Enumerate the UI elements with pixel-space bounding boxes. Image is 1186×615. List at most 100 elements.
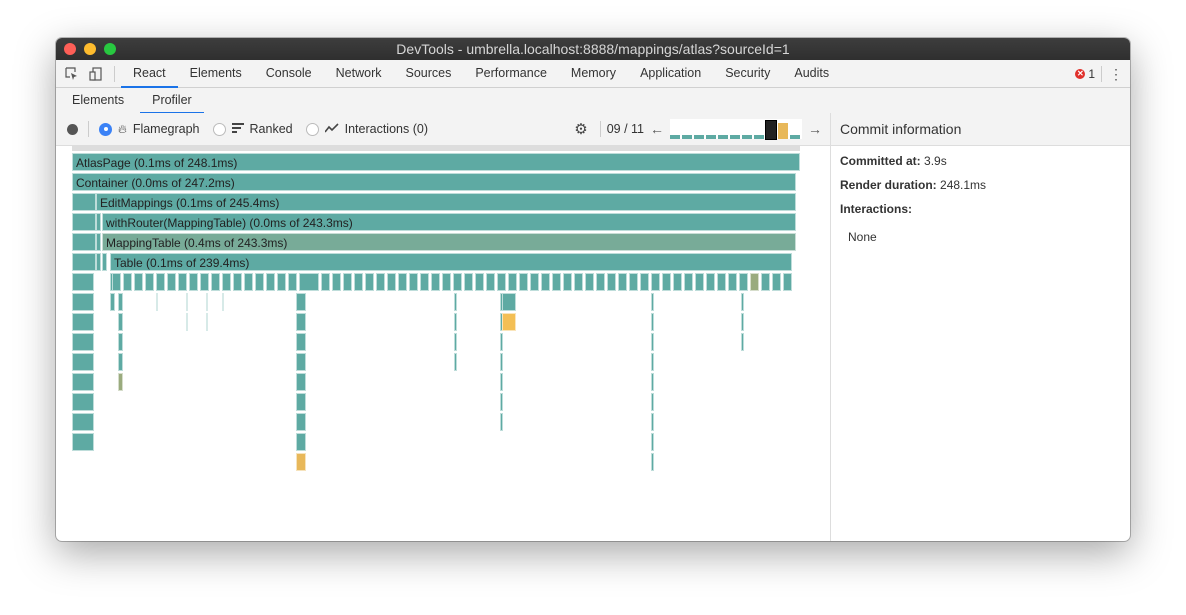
flame-node[interactable] <box>156 293 158 311</box>
flame-node[interactable] <box>453 273 462 291</box>
commit-bar[interactable] <box>754 135 764 139</box>
flame-node[interactable] <box>110 293 115 311</box>
tab-elements[interactable]: Elements <box>178 60 254 87</box>
commit-bar[interactable] <box>765 120 777 140</box>
tab-sources[interactable]: Sources <box>393 60 463 87</box>
subtab-profiler[interactable]: Profiler <box>140 88 204 114</box>
interactions-radio[interactable] <box>305 122 319 136</box>
flame-node[interactable] <box>772 273 781 291</box>
flame-node[interactable] <box>500 353 503 371</box>
flame-node[interactable] <box>118 293 123 311</box>
flame-node[interactable] <box>72 293 94 311</box>
flame-node[interactable] <box>502 293 516 311</box>
flame-node[interactable] <box>343 273 352 291</box>
flame-node[interactable] <box>72 433 94 451</box>
flame-node[interactable] <box>651 453 654 471</box>
flame-node[interactable] <box>72 353 94 371</box>
flame-node[interactable] <box>651 433 654 451</box>
flame-node[interactable] <box>651 333 654 351</box>
flame-node[interactable]: MappingTable (0.4ms of 243.3ms) <box>102 233 796 251</box>
flame-node[interactable]: Table (0.1ms of 239.4ms) <box>110 253 792 271</box>
flame-node[interactable] <box>72 253 96 271</box>
flame-node[interactable] <box>72 273 94 291</box>
tab-console[interactable]: Console <box>254 60 324 87</box>
flame-node[interactable] <box>244 273 253 291</box>
flame-node[interactable] <box>475 273 484 291</box>
flame-node[interactable] <box>206 293 208 311</box>
flame-node[interactable] <box>296 353 306 371</box>
flame-node[interactable] <box>508 273 517 291</box>
flame-node[interactable] <box>206 313 208 331</box>
flame-node[interactable] <box>717 273 726 291</box>
subtab-elements[interactable]: Elements <box>60 88 136 113</box>
flame-node[interactable] <box>296 313 306 331</box>
flame-node[interactable] <box>72 373 94 391</box>
flame-node[interactable] <box>96 233 101 251</box>
flame-node[interactable] <box>497 273 506 291</box>
flame-node[interactable] <box>222 273 231 291</box>
zoom-window-button[interactable] <box>104 43 116 55</box>
flame-node[interactable] <box>596 273 605 291</box>
device-toolbar-icon[interactable] <box>84 60 108 87</box>
more-options-icon[interactable]: ⋮ <box>1101 65 1130 82</box>
flame-node[interactable] <box>186 313 188 331</box>
flame-node[interactable] <box>296 433 306 451</box>
flame-node[interactable] <box>684 273 693 291</box>
flame-node[interactable] <box>761 273 770 291</box>
next-commit-button[interactable]: → <box>808 121 822 137</box>
flame-node[interactable] <box>563 273 572 291</box>
flame-node[interactable] <box>651 413 654 431</box>
flame-node[interactable] <box>651 293 654 311</box>
flame-node[interactable] <box>233 273 242 291</box>
flame-node[interactable] <box>96 213 101 231</box>
flame-node[interactable] <box>706 273 715 291</box>
flame-node[interactable] <box>651 393 654 411</box>
flame-node[interactable] <box>118 373 123 391</box>
flame-node[interactable] <box>72 333 94 351</box>
flame-node[interactable] <box>552 273 561 291</box>
flame-node[interactable] <box>741 293 744 311</box>
flame-node[interactable] <box>123 273 132 291</box>
settings-icon[interactable]: ⚙ <box>574 120 587 138</box>
flame-node[interactable] <box>454 293 457 311</box>
flame-node[interactable] <box>96 253 101 271</box>
flame-node[interactable] <box>464 273 473 291</box>
flame-node[interactable] <box>296 413 306 431</box>
flame-node[interactable] <box>296 373 306 391</box>
mode-flamegraph[interactable]: 🔥︎ Flamegraph <box>99 122 200 137</box>
flame-node[interactable] <box>277 273 286 291</box>
flame-node[interactable] <box>156 273 165 291</box>
flame-node[interactable] <box>72 193 96 211</box>
flame-node[interactable] <box>296 333 306 351</box>
tab-memory[interactable]: Memory <box>559 60 628 87</box>
flame-node[interactable]: AtlasPage (0.1ms of 248.1ms) <box>72 153 800 171</box>
flame-node[interactable] <box>255 273 264 291</box>
flame-node[interactable] <box>299 273 319 291</box>
flame-node[interactable]: EditMappings (0.1ms of 245.4ms) <box>96 193 796 211</box>
flame-node[interactable] <box>145 273 154 291</box>
flame-node[interactable] <box>640 273 649 291</box>
flame-node[interactable] <box>409 273 418 291</box>
flame-node[interactable] <box>500 413 503 431</box>
commit-bar[interactable] <box>778 122 788 139</box>
flame-node[interactable] <box>574 273 583 291</box>
flame-node[interactable] <box>651 353 654 371</box>
flame-node[interactable] <box>118 353 123 371</box>
flame-node[interactable] <box>72 233 96 251</box>
flame-node[interactable] <box>519 273 528 291</box>
flame-node[interactable] <box>376 273 385 291</box>
tab-react[interactable]: React <box>121 60 178 88</box>
commit-bar[interactable] <box>682 135 692 139</box>
flame-node[interactable] <box>112 273 121 291</box>
flame-node[interactable] <box>454 313 457 331</box>
ranked-radio[interactable] <box>212 122 226 136</box>
flame-node[interactable] <box>673 273 682 291</box>
flame-node[interactable] <box>500 393 503 411</box>
flame-node[interactable] <box>629 273 638 291</box>
flame-node[interactable] <box>222 293 224 311</box>
flame-node[interactable] <box>72 313 94 331</box>
flame-node[interactable] <box>354 273 363 291</box>
flame-node[interactable] <box>651 273 660 291</box>
flame-node-root-partial[interactable] <box>72 146 800 151</box>
flame-node[interactable] <box>502 313 516 331</box>
